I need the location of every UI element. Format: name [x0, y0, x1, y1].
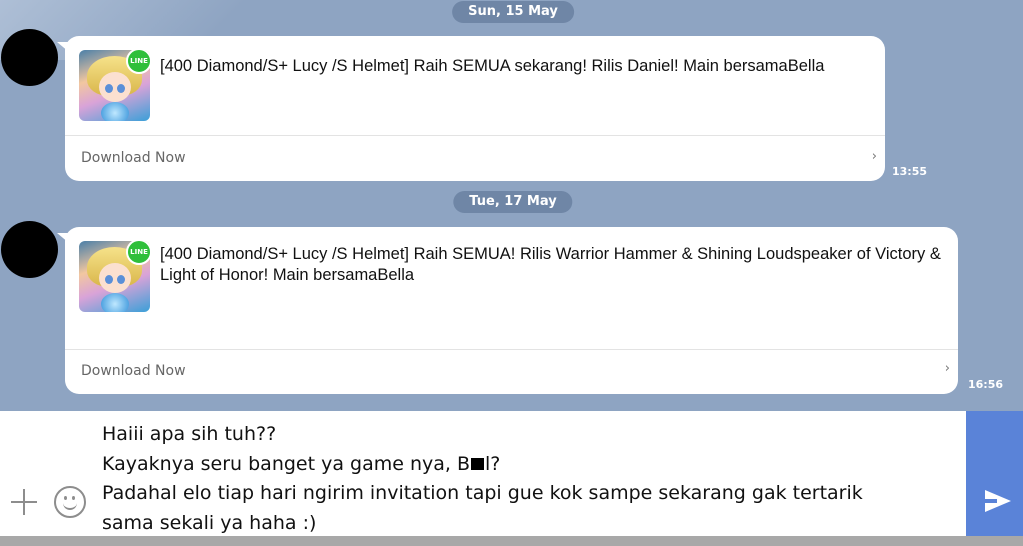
bottom-strip [0, 536, 1023, 546]
date-separator: Tue, 17 May [453, 191, 573, 213]
send-button[interactable] [966, 411, 1023, 536]
avatar[interactable] [1, 221, 58, 278]
line-badge-icon: LINE [126, 50, 150, 74]
message-text: [400 Diamond/S+ Lucy /S Helmet] Raih SEM… [160, 57, 825, 75]
input-line: Kayaknya seru banget ya game nya, Bl? [102, 452, 501, 475]
game-app-icon: LINE [79, 241, 150, 312]
divider [65, 349, 958, 350]
avatar[interactable] [1, 29, 58, 86]
chevron-right-icon: › [944, 361, 950, 376]
redaction-mark [471, 458, 485, 470]
date-separator: Sun, 15 May [452, 1, 574, 23]
message-bubble[interactable]: LINE [400 Diamond/S+ Lucy /S Helmet] Rai… [57, 227, 958, 394]
message-time: 16:56 [968, 378, 1004, 391]
input-line: Haiii apa sih tuh?? [102, 423, 277, 445]
input-line: Padahal elo tiap hari ngirim invitation … [102, 482, 863, 504]
divider [65, 135, 885, 136]
download-now-link[interactable]: Download Now [81, 363, 186, 379]
plus-icon[interactable] [10, 488, 38, 516]
download-now-link[interactable]: Download Now [81, 150, 186, 166]
message-input[interactable]: Haiii apa sih tuh?? Kayaknya seru banget… [102, 420, 952, 538]
smile-icon[interactable] [54, 486, 86, 518]
chevron-right-icon: › [871, 149, 877, 164]
game-app-icon: LINE [79, 50, 150, 121]
message-time: 13:55 [892, 165, 928, 178]
send-icon [985, 490, 1011, 512]
message-text: [400 Diamond/S+ Lucy /S Helmet] Raih SEM… [160, 245, 941, 284]
line-badge-icon: LINE [126, 241, 150, 265]
message-bubble[interactable]: LINE [400 Diamond/S+ Lucy /S Helmet] Rai… [57, 36, 885, 181]
input-line: sama sekali ya haha :) [102, 511, 317, 534]
